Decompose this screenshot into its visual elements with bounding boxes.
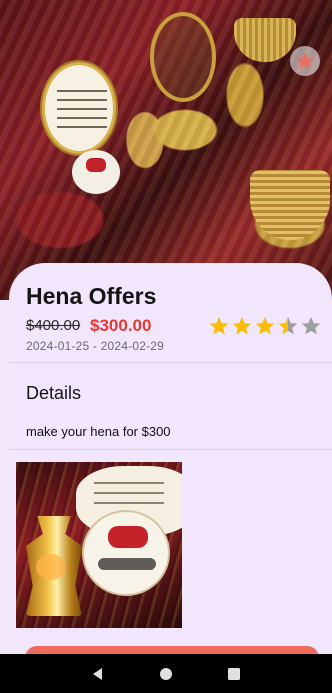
nav-back-button[interactable] — [90, 666, 106, 682]
triangle-back-icon — [93, 667, 102, 680]
offer-description: make your hena for $300 — [26, 424, 171, 439]
details-heading: Details — [26, 383, 82, 403]
rating-stars — [208, 315, 322, 337]
star-icon — [208, 315, 230, 337]
sale-price: $300.00 — [90, 316, 152, 335]
divider — [9, 362, 332, 363]
hero-image — [0, 0, 332, 300]
offer-title: Hena Offers — [26, 283, 157, 309]
star-icon — [254, 315, 276, 337]
hero-calligraphy-plate — [42, 62, 116, 154]
star-icon — [296, 52, 314, 69]
divider — [9, 449, 332, 450]
original-price: $400.00 — [26, 317, 81, 334]
offer-dates: 2024-01-25 - 2024-02-29 — [26, 339, 165, 353]
hero-brass-tray — [150, 12, 216, 102]
nav-recents-button[interactable] — [226, 666, 242, 682]
nav-home-button[interactable] — [158, 666, 174, 682]
star-half-icon — [277, 315, 299, 337]
gallery-image[interactable] — [16, 462, 182, 628]
star-icon — [231, 315, 253, 337]
favorite-button[interactable] — [290, 46, 320, 76]
circle-home-icon — [160, 667, 172, 680]
hero-sign — [72, 150, 120, 194]
star-empty-icon — [300, 315, 322, 337]
square-recents-icon — [228, 667, 240, 680]
system-nav-bar — [0, 654, 332, 693]
